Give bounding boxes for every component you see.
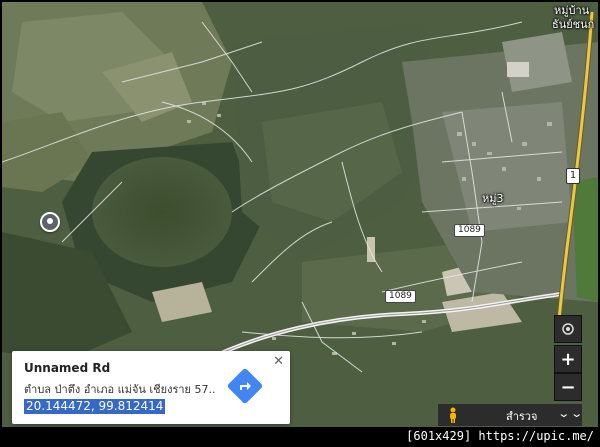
village-label-line1: หมู่บ้าน bbox=[554, 4, 590, 17]
directions-button[interactable] bbox=[226, 367, 264, 405]
coordinates-text[interactable]: 20.144472, 99.812414 bbox=[24, 399, 166, 414]
village-label-line2: ธันย์ชนก bbox=[552, 18, 595, 31]
explore-bar[interactable]: สำรวจ ⌄⌄ bbox=[438, 404, 583, 426]
moo3-label: หมู่3 bbox=[482, 192, 504, 205]
route-shield-1089-b: 1089 bbox=[385, 290, 416, 303]
address-title: Unnamed Rd bbox=[24, 361, 111, 375]
address-text: ตำบล ป่าตึง อำเภอ แม่จัน เชียงราย 57.. bbox=[24, 383, 216, 396]
explore-label: สำรวจ bbox=[506, 410, 538, 423]
crosshair-icon bbox=[562, 323, 574, 335]
close-icon[interactable]: ✕ bbox=[273, 354, 284, 369]
chevron-down-icon[interactable]: ⌄⌄ bbox=[557, 407, 583, 420]
highway-marker: 1 bbox=[566, 168, 580, 184]
directions-arrow-icon bbox=[240, 382, 251, 390]
footer-bar: [601x429] https://upic.me/ bbox=[0, 427, 600, 447]
route-shield-1089-a: 1089 bbox=[454, 224, 485, 237]
address-card: Unnamed Rd ตำบล ป่าตึง อำเภอ แม่จัน เชีย… bbox=[12, 351, 290, 424]
zoom-out-button[interactable]: − bbox=[554, 373, 582, 401]
zoom-in-button[interactable]: + bbox=[554, 345, 582, 373]
my-location-button[interactable] bbox=[554, 315, 582, 343]
pegman-icon[interactable] bbox=[447, 407, 459, 423]
map-frame: หมู่บ้าน ธันย์ชนก หมู่3 1089 1089 1 Unna… bbox=[0, 0, 600, 447]
watermark-text: [601x429] https://upic.me/ bbox=[406, 429, 594, 443]
location-pin-icon[interactable] bbox=[40, 212, 60, 232]
